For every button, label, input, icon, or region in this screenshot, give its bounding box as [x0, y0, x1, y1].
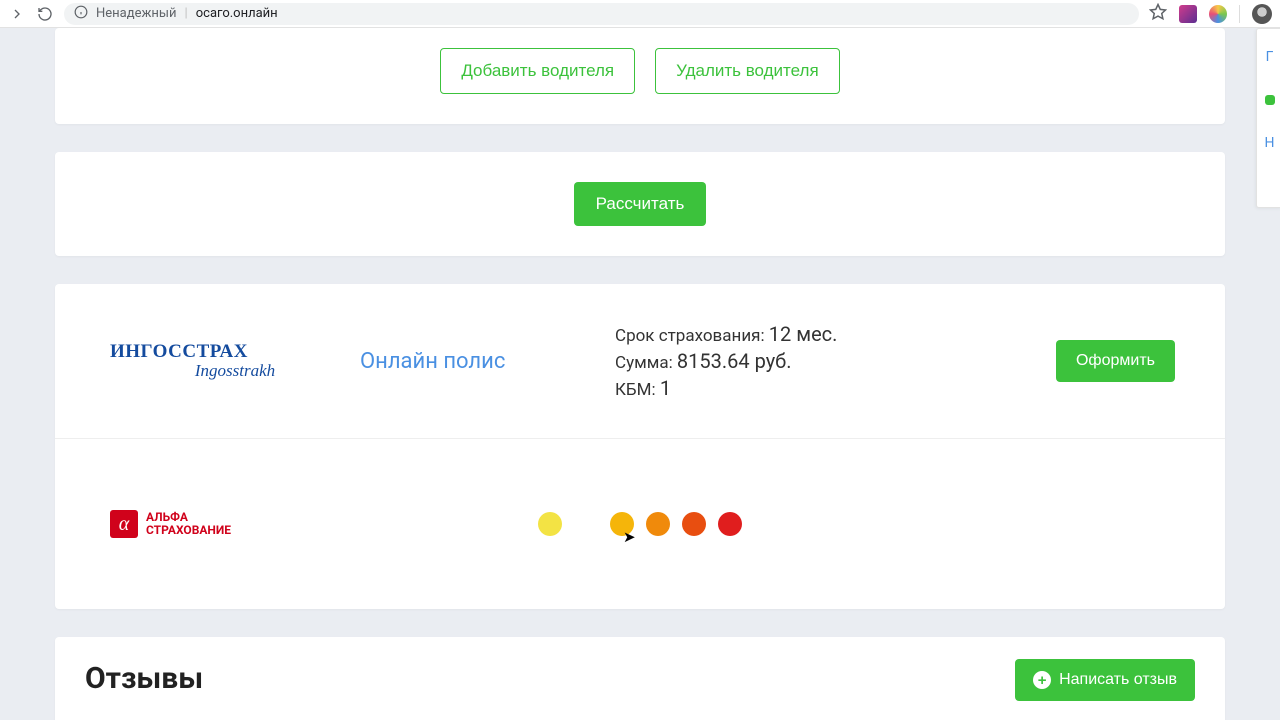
kbm-value: 1 — [660, 376, 671, 400]
extension-icon-1[interactable] — [1179, 5, 1197, 23]
alpha-logo-line2: СТРАХОВАНИЕ — [146, 524, 231, 537]
insecure-label: Ненадежный — [96, 6, 177, 21]
extension-icon-2[interactable] — [1209, 5, 1227, 23]
address-bar[interactable]: Ненадежный | осаго.онлайн — [64, 3, 1139, 25]
side-widget-item: Н — [1265, 135, 1275, 151]
browser-toolbar: Ненадежный | осаго.онлайн — [0, 0, 1280, 28]
toolbar-divider — [1239, 5, 1240, 23]
kbm-label: КБМ: — [615, 380, 656, 400]
offer-info: Срок страхования: 12 мес. Сумма: 8153.64… — [615, 319, 1015, 403]
sum-value: 8153.64 руб. — [677, 349, 792, 373]
loader-dot — [646, 512, 670, 536]
offer-polis-label[interactable]: Онлайн полис — [360, 349, 615, 374]
reload-icon[interactable] — [36, 5, 54, 23]
info-icon — [74, 5, 88, 23]
loader-dot — [718, 512, 742, 536]
page-body: Г Н Добавить водителя Удалить водителя Р… — [0, 28, 1280, 720]
apply-button[interactable]: Оформить — [1056, 340, 1175, 382]
plus-icon: + — [1033, 671, 1051, 689]
reviews-card: Отзывы + Написать отзыв — [55, 637, 1225, 720]
term-label: Срок страхования: — [615, 326, 765, 346]
address-separator: | — [185, 6, 188, 21]
toolbar-right — [1149, 3, 1272, 25]
remove-driver-button[interactable]: Удалить водителя — [655, 48, 840, 94]
loader-dot — [574, 512, 598, 536]
write-review-button[interactable]: + Написать отзыв — [1015, 659, 1195, 701]
loader-dot — [682, 512, 706, 536]
star-icon[interactable] — [1149, 3, 1167, 25]
offer-logo: ИНГОССТРАХ Ingosstrakh — [110, 341, 360, 381]
sum-label: Сумма: — [615, 353, 673, 373]
offer-row-ingosstrakh: ИНГОССТРАХ Ingosstrakh Онлайн полис Срок… — [55, 284, 1225, 439]
logo-text-top: ИНГОССТРАХ — [110, 341, 360, 363]
loader-dot — [538, 512, 562, 536]
drivers-card: Добавить водителя Удалить водителя — [55, 28, 1225, 124]
logo-text-bottom: Ingosstrakh — [110, 361, 360, 381]
term-value: 12 мес. — [769, 322, 838, 346]
offer-row-alpha: α АЛЬФА СТРАХОВАНИЕ — [55, 439, 1225, 609]
results-card: ИНГОССТРАХ Ingosstrakh Онлайн полис Срок… — [55, 284, 1225, 609]
loading-indicator — [538, 512, 742, 536]
profile-avatar[interactable] — [1252, 4, 1272, 24]
offer-logo: α АЛЬФА СТРАХОВАНИЕ — [110, 510, 360, 538]
calculate-button[interactable]: Рассчитать — [574, 182, 707, 226]
side-widget-item: Г — [1266, 49, 1274, 65]
side-widget-indicator — [1265, 95, 1275, 105]
side-widget[interactable]: Г Н — [1256, 28, 1280, 208]
add-driver-button[interactable]: Добавить водителя — [440, 48, 635, 94]
loader-dot — [610, 512, 634, 536]
forward-icon[interactable] — [8, 5, 26, 23]
write-review-label: Написать отзыв — [1059, 671, 1177, 689]
url-text: осаго.онлайн — [196, 6, 278, 21]
calculate-card: Рассчитать — [55, 152, 1225, 256]
alpha-logo-mark: α — [110, 510, 138, 538]
